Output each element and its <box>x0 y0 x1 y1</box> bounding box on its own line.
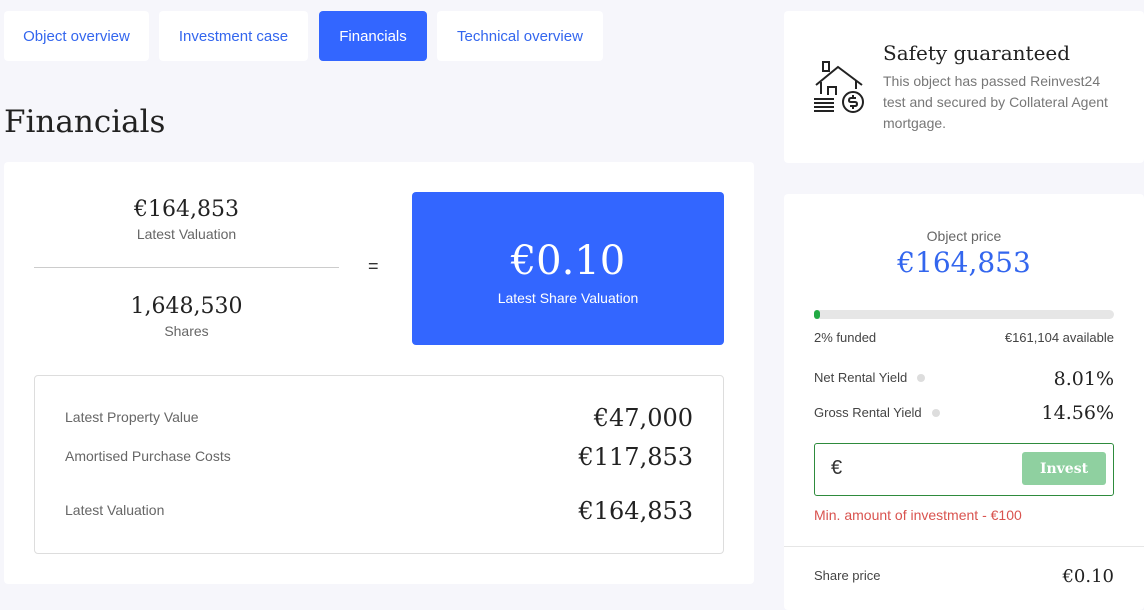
investment-amount-input[interactable] <box>855 454 1019 486</box>
investment-amount-field[interactable]: € Invest <box>814 443 1114 496</box>
net-yield-value: 8.01% <box>1053 368 1114 390</box>
share-price-label: Share price <box>814 568 881 583</box>
shares-block: 1,648,530 Shares <box>34 294 339 339</box>
funding-progress-bar <box>814 310 1114 319</box>
tab-object-overview[interactable]: Object overview <box>4 11 149 61</box>
shares-label: Shares <box>164 323 209 339</box>
latest-valuation-value: €164,853 <box>134 197 239 222</box>
safety-title: Safety guaranteed <box>883 41 1071 65</box>
latest-valuation-label: Latest Valuation <box>136 226 237 242</box>
invest-card: Object price €164,853 2% funded €161,104… <box>784 194 1144 610</box>
tab-financials[interactable]: Financials <box>319 11 427 61</box>
invest-button[interactable]: Invest <box>1022 452 1106 485</box>
available-text: €161,104 available <box>1004 330 1114 345</box>
funding-progress-fill <box>814 310 820 319</box>
breakdown-label: Amortised Purchase Costs <box>65 448 231 464</box>
object-price-label: Object price <box>926 228 1002 244</box>
equals-sign: = <box>368 256 379 276</box>
divider <box>784 546 1144 547</box>
object-price-value: €164,853 <box>897 246 1031 279</box>
net-yield-label: Net Rental Yield <box>814 370 926 385</box>
gross-yield-value: 14.56% <box>1041 402 1114 424</box>
page-title: Financials <box>4 104 166 140</box>
safety-card: Safety guaranteed This object has passed… <box>784 11 1144 163</box>
share-price-value: €0.10 <box>1062 566 1114 587</box>
breakdown-label: Latest Valuation <box>65 502 165 518</box>
min-investment-note: Min. amount of investment - €100 <box>814 507 1022 523</box>
tab-investment-case[interactable]: Investment case <box>159 11 308 61</box>
breakdown-value: €117,853 <box>578 443 693 471</box>
shares-value: 1,648,530 <box>130 294 243 319</box>
house-money-icon <box>814 61 864 113</box>
breakdown-value: €47,000 <box>593 404 693 432</box>
gross-yield-label-text: Gross Rental Yield <box>814 405 922 420</box>
safety-text: This object has passed Reinvest24 test a… <box>883 73 1108 131</box>
euro-symbol: € <box>831 457 843 479</box>
info-dot-icon[interactable] <box>931 408 940 417</box>
breakdown-value: €164,853 <box>578 497 693 525</box>
fraction-divider <box>34 267 339 268</box>
financials-card: €164,853 Latest Valuation 1,648,530 Shar… <box>4 162 754 584</box>
gross-yield-label: Gross Rental Yield <box>814 405 940 420</box>
share-valuation-label: Latest Share Valuation <box>497 290 639 306</box>
valuation-breakdown: Latest Property Value €47,000 Amortised … <box>34 375 724 554</box>
info-dot-icon[interactable] <box>917 373 926 382</box>
funded-text: 2% funded <box>814 330 877 345</box>
share-valuation-value: €0.10 <box>510 238 626 284</box>
share-valuation-box: €0.10 Latest Share Valuation <box>412 192 724 345</box>
latest-valuation-block: €164,853 Latest Valuation <box>34 197 339 242</box>
tab-technical-overview[interactable]: Technical overview <box>437 11 603 61</box>
breakdown-label: Latest Property Value <box>65 409 199 425</box>
net-yield-label-text: Net Rental Yield <box>814 370 908 385</box>
